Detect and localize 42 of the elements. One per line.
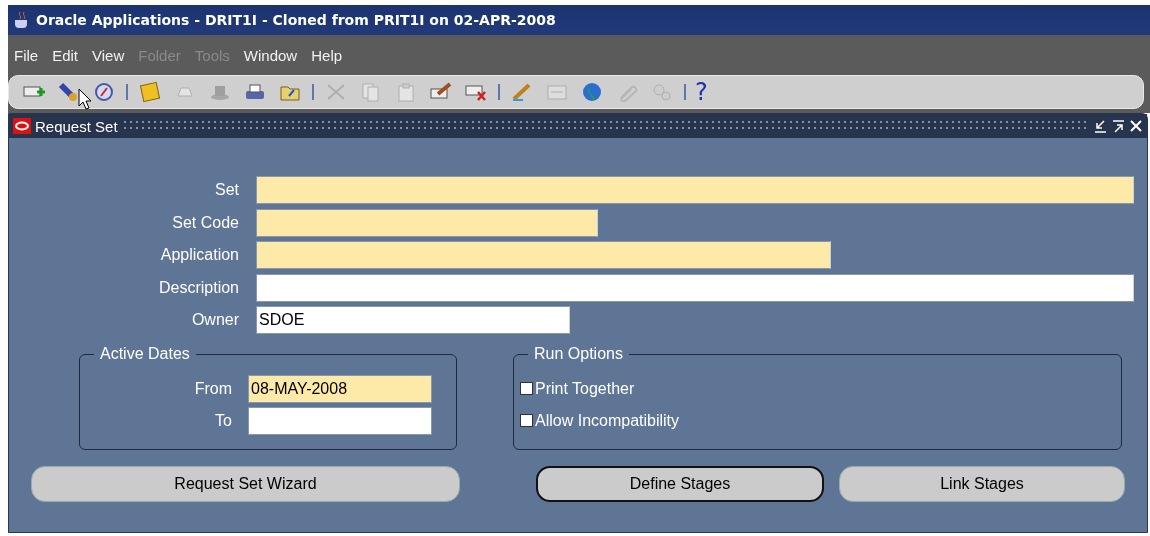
field-label: From: [193, 379, 232, 398]
menu-item[interactable]: Window: [243, 46, 298, 64]
oracle-logo-icon: [13, 118, 31, 134]
menu-item[interactable]: File: [14, 46, 39, 64]
input-field[interactable]: [256, 176, 1134, 205]
checkbox[interactable]: [520, 382, 533, 395]
field-label: Owner: [190, 311, 239, 330]
checkbox-label: Print Together: [535, 379, 635, 398]
maximize-icon[interactable]: [1111, 119, 1125, 133]
field-label: Set: [214, 181, 239, 200]
date-field[interactable]: 08-MAY-2008: [248, 374, 432, 403]
input-field[interactable]: [256, 273, 1134, 302]
window-title: Request Set: [35, 117, 118, 135]
compass-icon[interactable]: [93, 82, 115, 102]
menu-item[interactable]: View: [92, 46, 125, 64]
checkbox-label: Allow Incompatibility: [535, 411, 680, 430]
input-field[interactable]: [256, 241, 831, 270]
input-field[interactable]: SDOE: [256, 306, 570, 335]
date-field[interactable]: [248, 406, 432, 435]
menu-item[interactable]: Help: [311, 46, 343, 64]
close-icon[interactable]: [1129, 119, 1143, 133]
field-label: Set Code: [171, 213, 239, 232]
help-button[interactable]: ?: [695, 80, 708, 104]
field-label: To: [214, 411, 232, 430]
mouse-cursor-icon: [78, 88, 92, 110]
flashlight-icon[interactable]: [58, 82, 80, 102]
group-title: Run Options: [528, 344, 629, 363]
printer-icon[interactable]: [244, 82, 266, 102]
input-field[interactable]: [256, 208, 598, 237]
app-title: Oracle Applications - DRIT1I - Cloned from PRIT1I on 02-APR-2008: [36, 12, 556, 28]
pencil-icon[interactable]: [511, 82, 533, 102]
action-button[interactable]: Request Set Wizard: [31, 465, 460, 502]
delete-row-icon[interactable]: [465, 82, 487, 102]
menu-item[interactable]: Edit: [52, 46, 79, 64]
globe-icon[interactable]: [581, 82, 603, 102]
eraser-icon[interactable]: [430, 82, 452, 102]
minimize-icon[interactable]: [1093, 119, 1107, 133]
field-label: Description: [157, 278, 239, 297]
action-button[interactable]: Define Stages: [536, 465, 824, 502]
checkbox[interactable]: [520, 414, 533, 427]
field-label: Application: [159, 246, 239, 265]
action-button[interactable]: Link Stages: [839, 465, 1125, 502]
